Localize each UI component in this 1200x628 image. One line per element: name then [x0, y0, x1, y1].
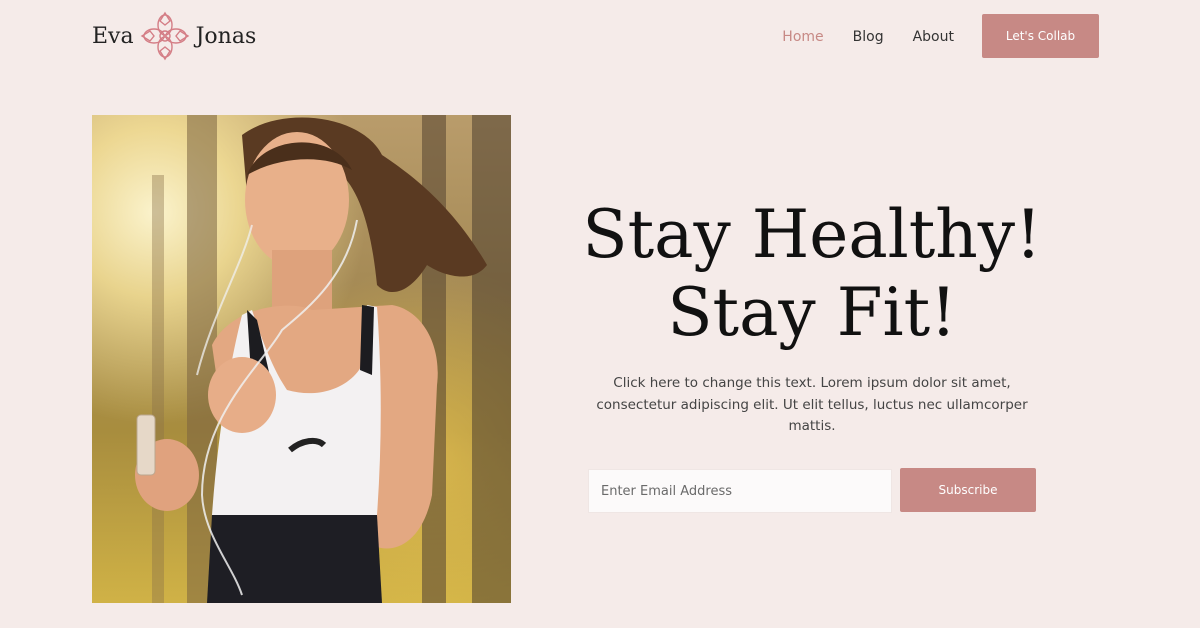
nav-item-home[interactable]: Home	[782, 28, 823, 46]
logo-first-name: Eva	[92, 23, 134, 49]
headline-line-2: Stay Fit!	[667, 274, 957, 351]
main-nav: Home Blog About	[782, 28, 954, 46]
photo-illustration	[135, 115, 511, 603]
hero-headline: Stay Healthy! Stay Fit!	[560, 196, 1064, 352]
subscribe-button[interactable]: Subscribe	[900, 468, 1036, 512]
flower-ornament-icon	[140, 11, 189, 61]
site-header: Eva Jonas Home Blog About Let's Collab	[0, 0, 1200, 74]
nav-item-about[interactable]: About	[913, 28, 954, 46]
email-input[interactable]	[588, 469, 892, 513]
hero-body-text: Click here to change this text. Lorem ip…	[596, 375, 1028, 434]
landing-page: Eva Jonas Home Blog About Let's Collab S…	[0, 0, 1200, 628]
woman-jogging-photo	[92, 115, 511, 603]
nav-item-blog[interactable]: Blog	[853, 28, 884, 46]
headline-line-1: Stay Healthy!	[582, 196, 1042, 273]
site-logo[interactable]: Eva Jonas	[92, 10, 256, 62]
logo-last-name: Jonas	[195, 23, 257, 49]
lets-collab-button[interactable]: Let's Collab	[982, 14, 1099, 58]
